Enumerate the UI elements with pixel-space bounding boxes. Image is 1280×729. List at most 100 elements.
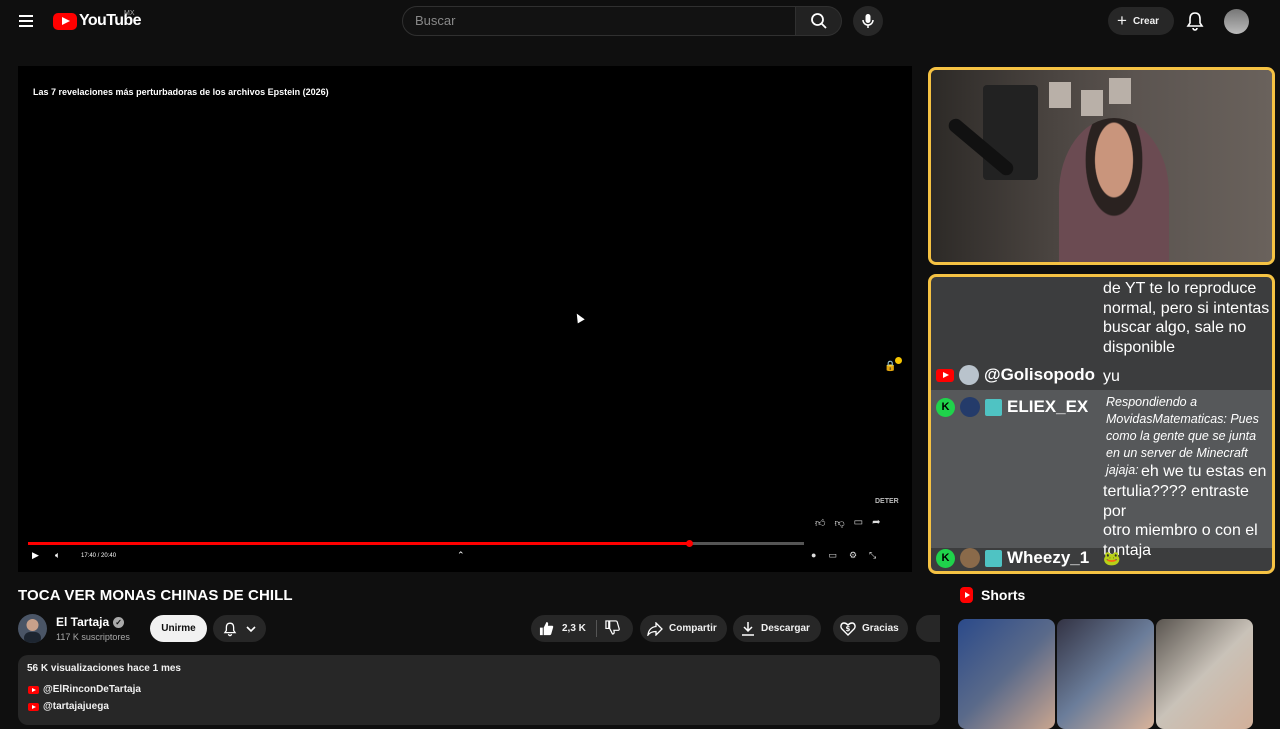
chat-line: eh we tu estas en — [1141, 463, 1267, 480]
like-button[interactable]: 2,3 K — [531, 620, 597, 637]
create-button[interactable]: + Crear — [1108, 7, 1174, 35]
progress-fill — [28, 542, 690, 545]
chat-message-text: eh we tu estas en — [1103, 462, 1266, 482]
thanks-label: Gracias — [862, 623, 899, 634]
user-avatar — [960, 397, 980, 417]
player-overlay-title: Las 7 revelaciones más perturbadoras de … — [33, 87, 329, 97]
description-box[interactable]: 56 K visualizaciones hace 1 mes @ElRinco… — [18, 655, 940, 725]
subscriber-badge-icon — [985, 549, 1002, 567]
kick-icon: K — [936, 548, 955, 568]
short-thumbnail[interactable] — [1156, 619, 1253, 729]
streamer-webcam — [928, 67, 1275, 265]
share-label: Compartir — [669, 623, 717, 634]
chat-username: @Golisopodo — [984, 365, 1096, 384]
thumbs-up-icon — [539, 621, 554, 636]
account-avatar[interactable] — [1224, 9, 1249, 34]
shorts-icon — [960, 587, 973, 603]
chat-username: ELIEX_EX — [1007, 397, 1089, 416]
video-watermark: DETER — [875, 498, 899, 505]
play-icon[interactable]: ▶ — [32, 550, 39, 561]
download-button[interactable]: Descargar — [733, 615, 821, 642]
wall-frame — [1049, 82, 1071, 108]
microphone-icon — [862, 14, 874, 28]
chat-emote: 🐸 — [1103, 550, 1121, 566]
chat-message-text: yu — [1103, 368, 1120, 385]
lock-icon[interactable]: 🔒 — [884, 357, 902, 375]
subtitles-icon[interactable]: ▭ — [828, 550, 837, 561]
join-button[interactable]: Unirme — [150, 615, 207, 642]
voice-search-button[interactable] — [853, 6, 883, 36]
chevron-down-icon — [246, 625, 256, 632]
thanks-button[interactable]: $ Gracias — [833, 615, 908, 642]
time-display: 17:40 / 20:40 — [81, 553, 117, 559]
subscriber-count: 117 K suscriptores — [56, 632, 130, 642]
short-thumbnail[interactable] — [1057, 619, 1154, 729]
channel-avatar[interactable] — [18, 614, 47, 643]
youtube-icon — [936, 368, 954, 382]
chat-line: tontaja — [1103, 541, 1152, 559]
video-player[interactable]: Las 7 revelaciones más perturbadoras de … — [18, 66, 912, 572]
progress-bar[interactable] — [28, 540, 804, 547]
video-metadata: 56 K visualizaciones hace 1 mes — [27, 663, 181, 674]
short-thumbnail[interactable] — [958, 619, 1055, 729]
channel-avatar-image — [24, 619, 41, 643]
shorts-heading: Shorts — [960, 587, 1025, 603]
comment-icon[interactable]: ▭ — [854, 517, 863, 529]
progress-scrubber[interactable] — [686, 540, 694, 547]
chat-user: K Wheezy_1 — [936, 548, 1089, 568]
youtube-logo[interactable]: YouTube MX — [53, 10, 141, 31]
player-right-controls: ● ▭ ⚙ ⤡ — [811, 550, 876, 561]
channel-name-text: El Tartaja — [56, 615, 110, 629]
volume-icon[interactable]: 🔈︎ — [55, 550, 60, 561]
plus-icon: + — [1117, 11, 1127, 30]
chat-message-text: tertulia???? entraste por otro miembro o… — [1103, 482, 1272, 560]
bell-icon — [223, 622, 237, 636]
chat-line: de YT te lo reproduce — [1103, 280, 1257, 297]
verified-icon: ✓ — [113, 617, 125, 628]
youtube-icon — [28, 702, 39, 711]
wall-frame — [1109, 78, 1131, 104]
share-button[interactable]: Compartir — [640, 615, 727, 642]
chat-line: tertulia???? entraste por — [1103, 483, 1249, 520]
chevron-up-icon[interactable]: ⌃ — [457, 550, 465, 561]
thumbs-up-icon[interactable]: 👍︎ — [815, 517, 825, 529]
like-count: 2,3 K — [562, 623, 586, 634]
share-icon — [647, 621, 663, 636]
notifications-bell-icon[interactable] — [1184, 10, 1206, 32]
search-icon — [810, 13, 827, 29]
top-bar: YouTube MX Buscar + Crear — [0, 0, 1280, 42]
channel-name[interactable]: El Tartaja ✓ — [56, 615, 125, 629]
channel-link[interactable]: @ElRinconDeTartaja — [28, 684, 141, 695]
heart-dollar-icon: $ — [840, 622, 856, 636]
more-actions-button[interactable] — [916, 615, 940, 642]
chat-line: disponible — [1103, 338, 1176, 356]
thumbs-down-icon — [605, 619, 620, 635]
share-icon[interactable]: ➦ — [872, 517, 880, 529]
shorts-heading-text: Shorts — [981, 587, 1026, 603]
player-side-actions: 👍︎ 👎︎ ▭ ➦ — [815, 517, 880, 529]
chat-user: K ELIEX_EX — [936, 397, 1088, 417]
fullscreen-icon[interactable]: ⤡ — [869, 550, 876, 561]
thumbs-down-icon[interactable]: 👎︎ — [834, 517, 844, 529]
chat-line: otro miembro o con el — [1103, 522, 1258, 539]
search-button[interactable] — [796, 6, 842, 36]
autoplay-toggle-icon[interactable]: ● — [811, 550, 816, 561]
settings-icon[interactable]: ⚙ — [849, 550, 857, 561]
chat-username: Wheezy_1 — [1007, 548, 1090, 567]
create-label: Crear — [1132, 15, 1160, 27]
chat-message-text: de YT te lo reproduce normal, pero si in… — [1103, 279, 1269, 357]
subscriber-badge-icon — [985, 398, 1002, 416]
dislike-button[interactable] — [597, 619, 620, 638]
download-label: Descargar — [761, 623, 810, 634]
search-input[interactable]: Buscar — [402, 6, 796, 36]
kick-icon: K — [936, 397, 955, 417]
youtube-icon — [28, 685, 39, 694]
subscription-bell-button[interactable] — [213, 615, 266, 642]
channel-link[interactable]: @tartajajuega — [28, 701, 109, 712]
country-code: MX — [124, 10, 135, 17]
download-icon — [742, 622, 754, 636]
youtube-play-icon — [53, 12, 77, 30]
chat-line: normal, pero si intentas — [1103, 299, 1270, 317]
menu-icon[interactable] — [17, 11, 37, 31]
mouse-cursor-icon — [573, 311, 585, 324]
